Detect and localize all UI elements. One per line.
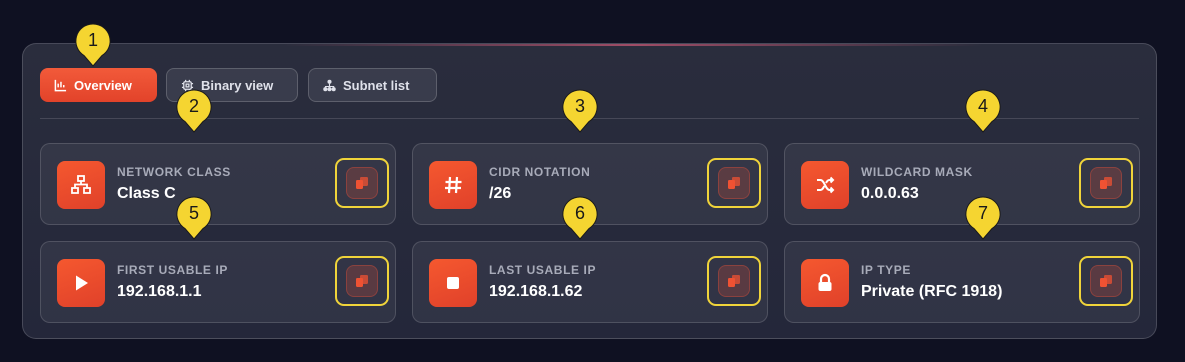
tab-label: Overview	[74, 77, 132, 93]
tab-label: Subnet list	[343, 77, 410, 93]
card-label: NETWORK CLASS	[117, 165, 231, 179]
panel-glow	[283, 44, 983, 46]
card-label: IP TYPE	[861, 263, 911, 277]
copy-button[interactable]	[1079, 256, 1133, 306]
marker-label: 4	[977, 96, 988, 116]
network-icon	[57, 161, 105, 209]
marker-7: 7	[964, 195, 1002, 241]
copy-button[interactable]	[1079, 158, 1133, 208]
hierarchy-icon	[323, 79, 336, 91]
marker-label: 7	[977, 203, 988, 223]
shuffle-icon	[801, 161, 849, 209]
copy-icon	[356, 275, 368, 287]
copy-icon	[728, 275, 740, 287]
marker-4: 4	[964, 88, 1002, 134]
marker-6: 6	[561, 195, 599, 241]
marker-label: 1	[87, 30, 98, 50]
marker-label: 5	[188, 203, 199, 223]
card-label: LAST USABLE IP	[489, 263, 597, 277]
marker-3: 3	[561, 88, 599, 134]
chart-icon	[54, 79, 67, 91]
card-value: 192.168.1.1	[117, 283, 202, 300]
copy-button[interactable]	[707, 256, 761, 306]
marker-5: 5	[175, 195, 213, 241]
copy-icon	[1100, 275, 1112, 287]
tab-subnet-list[interactable]: Subnet list	[308, 68, 437, 102]
tab-overview[interactable]: Overview	[40, 68, 157, 102]
marker-label: 3	[574, 96, 585, 116]
copy-icon	[728, 177, 740, 189]
play-icon	[57, 259, 105, 307]
copy-icon	[1100, 177, 1112, 189]
marker-1: 1	[74, 22, 112, 68]
marker-label: 6	[574, 203, 585, 223]
card-ip-type: IP TYPE Private (RFC 1918)	[784, 241, 1140, 323]
marker-label: 2	[188, 96, 199, 116]
card-last-usable-ip: LAST USABLE IP 192.168.1.62	[412, 241, 768, 323]
copy-button[interactable]	[335, 158, 389, 208]
card-label: CIDR NOTATION	[489, 165, 591, 179]
card-label: FIRST USABLE IP	[117, 263, 229, 277]
card-value: /26	[489, 185, 512, 202]
copy-icon	[356, 177, 368, 189]
card-value: 192.168.1.62	[489, 283, 583, 300]
card-first-usable-ip: FIRST USABLE IP 192.168.1.1	[40, 241, 396, 323]
card-value: 0.0.0.63	[861, 185, 919, 202]
stop-icon	[429, 259, 477, 307]
copy-button[interactable]	[335, 256, 389, 306]
copy-button[interactable]	[707, 158, 761, 208]
card-value: Private (RFC 1918)	[861, 283, 1003, 300]
hash-icon	[429, 161, 477, 209]
card-label: WILDCARD MASK	[861, 165, 973, 179]
lock-icon	[801, 259, 849, 307]
card-wildcard-mask: WILDCARD MASK 0.0.0.63	[784, 143, 1140, 225]
marker-2: 2	[175, 88, 213, 134]
card-network-class: NETWORK CLASS Class C	[40, 143, 396, 225]
card-value: Class C	[117, 185, 176, 202]
